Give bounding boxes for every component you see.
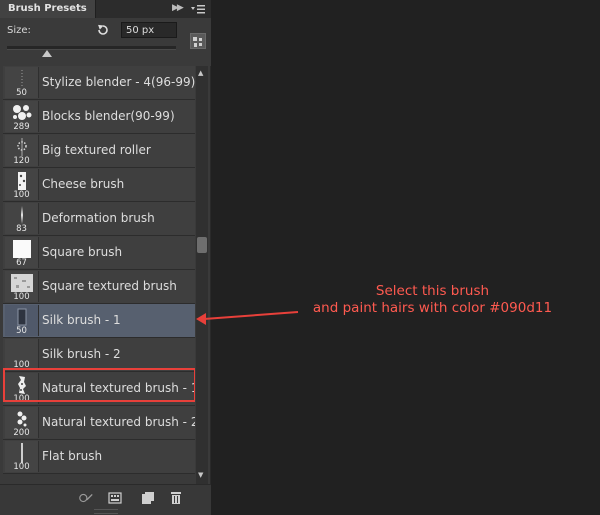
size-label: Size:	[7, 25, 31, 36]
brush-item-deformation-brush[interactable]: 83 Deformation brush	[3, 202, 195, 236]
size-row: Size:	[0, 18, 211, 66]
silk2-tip-icon	[17, 343, 26, 359]
brush-thumbnail: 100	[5, 169, 39, 200]
scroll-up-arrow-icon[interactable]: ▲	[198, 69, 203, 77]
panel-tab-bar: Brush Presets ▶▶	[0, 0, 211, 19]
brush-size-label: 100	[13, 292, 30, 302]
brush-item-silk-brush-1[interactable]: 50 Silk brush - 1	[3, 304, 195, 338]
toggle-live-tip-icon[interactable]	[78, 491, 94, 505]
brush-item-silk-brush-2[interactable]: 100 Silk brush - 2	[3, 338, 195, 372]
size-input[interactable]	[121, 22, 177, 38]
brush-thumbnail: 289	[5, 101, 39, 132]
brush-name: Blocks blender(90-99)	[42, 109, 175, 123]
brush-thumbnail: 83	[5, 203, 39, 234]
brush-size-label: 67	[16, 258, 27, 268]
selection-highlight-border	[3, 368, 195, 402]
brush-size-label: 120	[13, 156, 30, 166]
brush-item-square-textured-brush[interactable]: 100 Square textured brush	[3, 270, 195, 304]
size-slider-track[interactable]	[7, 46, 176, 50]
scroll-thumb[interactable]	[197, 237, 207, 253]
brush-item-cheese-brush[interactable]: 100 Cheese brush	[3, 168, 195, 202]
brush-size-label: 83	[16, 224, 27, 234]
annotation-text: Select this brush and paint hairs with c…	[300, 283, 565, 317]
brush-size-label: 100	[13, 462, 30, 472]
brush-item-stylize-blender[interactable]: 50 Stylize blender - 4(96-99)	[3, 66, 195, 100]
brush-name: Natural textured brush - 2	[42, 415, 195, 429]
brush-tip-toggle-icon[interactable]	[190, 33, 206, 49]
annotation-arrow	[196, 311, 299, 325]
brush-thumbnail: 100	[5, 339, 39, 370]
brush-thumbnail: 200	[5, 407, 39, 438]
roller-tip-icon	[16, 138, 27, 156]
brush-list-scrollbar[interactable]: ▲ ▼	[196, 66, 208, 484]
double-chevron-right-icon[interactable]: ▶▶	[172, 3, 184, 13]
new-preset-icon[interactable]	[140, 491, 156, 505]
brush-name: Square textured brush	[42, 279, 177, 293]
brush-name: Silk brush - 1	[42, 313, 121, 327]
deformation-tip-icon	[20, 206, 23, 224]
square-tip-icon	[12, 240, 31, 258]
brush-name: Big textured roller	[42, 143, 151, 157]
brush-thumbnail: 100	[5, 441, 39, 472]
natural2-tip-icon	[17, 411, 26, 427]
brush-item-flat-brush[interactable]: 100 Flat brush	[3, 440, 195, 474]
brush-item-square-brush[interactable]: 67 Square brush	[3, 236, 195, 270]
brush-name: Silk brush - 2	[42, 347, 121, 361]
brush-size-label: 289	[13, 122, 30, 132]
square-textured-tip-icon	[10, 274, 33, 292]
reset-size-icon[interactable]	[96, 23, 110, 37]
brush-list: 50 Stylize blender - 4(96-99) 289 Blocks…	[3, 66, 195, 484]
size-slider-thumb[interactable]	[42, 50, 52, 57]
brush-size-label: 100	[13, 190, 30, 200]
brush-item-natural-textured-brush-2[interactable]: 200 Natural textured brush - 2	[3, 406, 195, 440]
resize-gripper[interactable]	[94, 509, 118, 514]
brush-thumbnail: 120	[5, 135, 39, 166]
panel-menu-icon[interactable]	[190, 2, 206, 16]
brush-name: Deformation brush	[42, 211, 155, 225]
stylize-tip-icon	[21, 70, 22, 87]
brush-thumbnail: 100	[5, 271, 39, 302]
scroll-down-arrow-icon[interactable]: ▼	[198, 471, 203, 479]
brush-panel-icon[interactable]	[108, 491, 124, 505]
annotation-line-2: and paint hairs with color #090d11	[312, 300, 553, 316]
brush-thumbnail: 50	[5, 305, 39, 336]
tab-brush-presets[interactable]: Brush Presets	[0, 0, 96, 18]
brush-thumbnail: 50	[5, 67, 39, 98]
brush-size-label: 50	[16, 326, 27, 336]
brush-name: Cheese brush	[42, 177, 125, 191]
trash-icon[interactable]	[168, 491, 184, 505]
brush-item-big-textured-roller[interactable]: 120 Big textured roller	[3, 134, 195, 168]
brush-size-label: 200	[13, 428, 30, 438]
brush-name: Flat brush	[42, 449, 103, 463]
brush-name: Square brush	[42, 245, 123, 259]
brush-size-label: 50	[16, 88, 27, 98]
annotation-line-1: Select this brush	[375, 283, 490, 299]
brush-name: Stylize blender - 4(96-99)	[42, 75, 195, 89]
blocks-tip-icon	[12, 105, 31, 120]
brush-presets-panel: Brush Presets ▶▶ Size: 50 px 50 Stylize …	[0, 0, 211, 515]
brush-item-blocks-blender[interactable]: 289 Blocks blender(90-99)	[3, 100, 195, 134]
cheese-tip-icon	[17, 172, 26, 190]
panel-footer	[0, 484, 211, 515]
brush-thumbnail: 67	[5, 237, 39, 268]
silk-tip-icon	[17, 308, 26, 326]
flat-tip-icon	[20, 443, 23, 463]
